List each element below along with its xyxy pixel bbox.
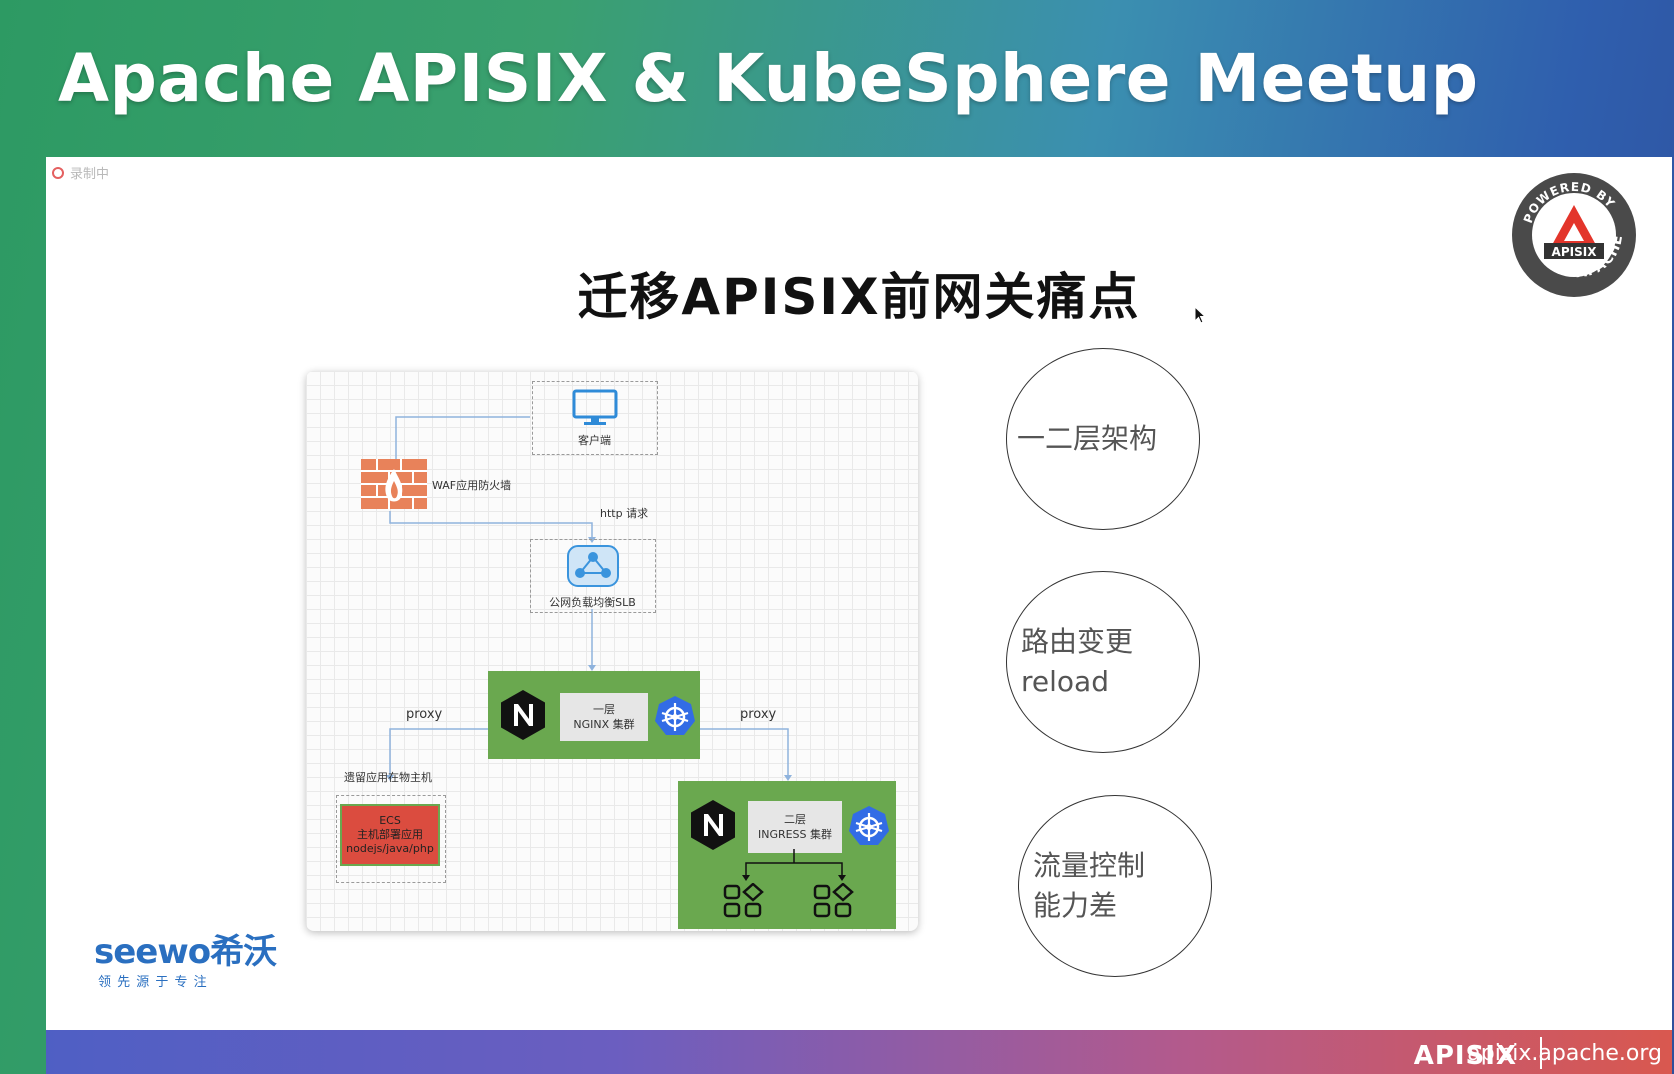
ecs-host: ECS 主机部署应用 nodejs/java/php xyxy=(340,804,440,866)
architecture-diagram: 客户端 WAF应用防火墙 http 请求 公网负载均衡SLB 一层 NGINX … xyxy=(306,371,918,931)
badge-center-text: APISIX xyxy=(1552,245,1598,259)
recording-indicator: 录制中 xyxy=(52,163,109,182)
pain-point-traffic-control: 流量控制 能力差 xyxy=(1018,795,1212,977)
nginx-icon xyxy=(691,800,735,850)
recording-icon xyxy=(52,166,64,179)
proxy-left-label: proxy xyxy=(406,707,443,722)
pain-point-line2: 能力差 xyxy=(1033,889,1118,922)
meetup-title: Apache APISIX & KubeSphere Meetup xyxy=(58,40,1479,117)
pain-point-line1: 流量控制 xyxy=(1033,849,1146,882)
ingress-cluster-label: 二层 INGRESS 集群 xyxy=(748,801,842,853)
seewo-brand: seewo希沃 xyxy=(94,932,277,972)
proxy-right-label: proxy xyxy=(740,707,777,722)
slb-label: 公网负载均衡SLB xyxy=(549,596,636,609)
ecs-line3: nodejs/java/php xyxy=(346,842,434,855)
recording-label: 录制中 xyxy=(70,167,110,182)
kubernetes-icon xyxy=(849,806,889,845)
legacy-app-label: 遗留应用在物主机 xyxy=(344,771,432,784)
client-box: 客户端 xyxy=(532,381,658,455)
nginx-cluster-label: 一层 NGINX 集群 xyxy=(560,693,648,741)
monitor-icon xyxy=(572,389,618,425)
ingress-tree-connectors xyxy=(742,849,846,881)
client-label: 客户端 xyxy=(578,434,611,447)
pain-point-architecture: 一二层架构 xyxy=(1006,348,1200,530)
pain-point-line1: 一二层架构 xyxy=(1017,422,1158,455)
ecs-line1: ECS xyxy=(379,814,401,827)
http-request-label: http 请求 xyxy=(600,507,649,520)
slide: 录制中 迁移APISIX前网关痛点 POWERED BY APACHE APIS… xyxy=(46,157,1672,1074)
seewo-logo: seewo希沃 领 先 源 于 专 注 xyxy=(94,932,277,990)
nginx-cluster-line1: 一层 xyxy=(593,703,615,716)
footer-url: apisix.apache.org xyxy=(1467,1041,1662,1066)
nginx-cluster-box: 一层 NGINX 集群 xyxy=(488,671,700,759)
ingress-cluster-line1: 二层 xyxy=(784,813,806,826)
ingress-cluster-line2: INGRESS 集群 xyxy=(757,828,833,841)
powered-by-apisix-badge: POWERED BY APACHE APISIX xyxy=(1512,173,1636,297)
seewo-slogan: 领 先 源 于 专 注 xyxy=(98,975,208,990)
slide-title: 迁移APISIX前网关痛点 xyxy=(577,268,1141,326)
waf-label: WAF应用防火墙 xyxy=(432,479,512,492)
slb-box: 公网负载均衡SLB xyxy=(530,539,656,613)
ecs-line2: 主机部署应用 xyxy=(357,828,423,841)
nginx-cluster-line2: NGINX 集群 xyxy=(573,718,635,731)
firewall-icon xyxy=(361,459,427,509)
nginx-icon xyxy=(501,690,545,740)
mouse-cursor-icon xyxy=(1194,306,1206,324)
pain-point-line1: 路由变更 xyxy=(1021,625,1134,658)
ecs-box: ECS 主机部署应用 nodejs/java/php xyxy=(336,795,446,883)
pain-point-line2: reload xyxy=(1021,665,1109,698)
kubernetes-icon xyxy=(655,696,695,735)
pain-point-reload: 路由变更 reload xyxy=(1006,571,1200,753)
load-balancer-icon xyxy=(567,545,619,587)
